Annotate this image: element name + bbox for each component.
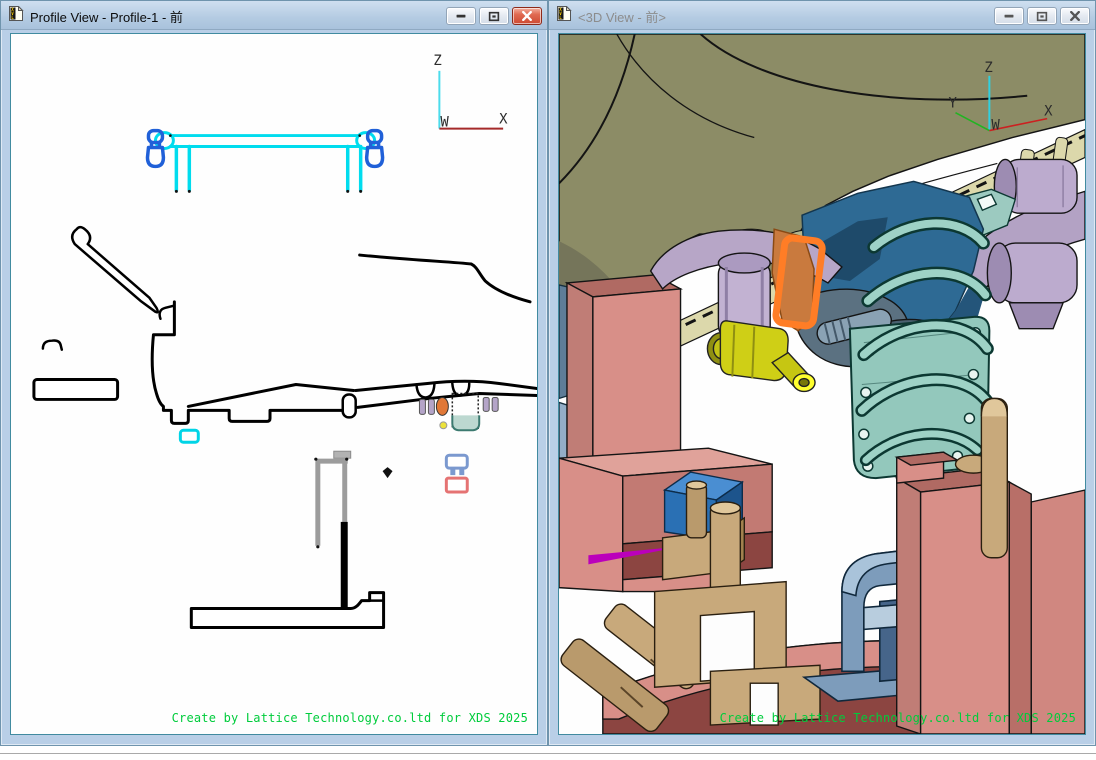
cyan-clip-marker[interactable] — [180, 430, 198, 442]
minimize-button[interactable] — [446, 7, 476, 25]
stabilizer-joint-dots — [169, 134, 362, 193]
fixture-strip-right-salmon[interactable] — [1031, 490, 1085, 734]
window-title: Profile View - Profile-1 - 前 — [30, 7, 446, 26]
hook-section — [43, 341, 62, 350]
window-title: <3D View - 前> — [578, 7, 994, 26]
pill-section — [343, 394, 356, 417]
restore-icon — [1036, 11, 1048, 22]
axis-label-origin: W — [440, 115, 449, 131]
bracket-markers[interactable] — [446, 455, 467, 492]
xvl-document-icon[interactable]: XVL — [8, 6, 24, 26]
axis-label-origin: W — [991, 118, 1000, 134]
rail-upper-line — [356, 381, 537, 390]
xvl-document-icon[interactable]: XVL — [556, 6, 572, 26]
axis-triad-2d: Z W X — [433, 53, 508, 131]
three-d-view-titlebar[interactable]: XVL <3D View - 前> — [549, 1, 1095, 30]
axis-label-z: Z — [984, 60, 992, 76]
three-d-view-window[interactable]: XVL <3D View - 前> — [548, 0, 1096, 746]
base-plate-section — [191, 593, 383, 628]
restore-icon — [488, 11, 500, 22]
axis-label-x: X — [499, 112, 508, 128]
hood-line — [360, 255, 530, 302]
axis-label-z: Z — [433, 53, 441, 69]
three-d-scene[interactable]: Z Y X W — [559, 34, 1085, 734]
restore-button[interactable] — [479, 7, 509, 25]
blade-section — [72, 227, 158, 312]
three-d-view-canvas[interactable]: Z Y X W Create by Lattice Technology.co.… — [558, 33, 1086, 735]
watermark-text: Create by Lattice Technology.co.ltd for … — [720, 711, 1076, 725]
mdi-area-edge — [0, 753, 1096, 754]
box-section — [34, 380, 118, 400]
profile-drawing[interactable]: Z W X — [11, 34, 537, 734]
close-button[interactable] — [512, 7, 542, 25]
jig-post-black[interactable] — [341, 522, 348, 608]
close-button[interactable] — [1060, 7, 1090, 25]
small-diamond-mark — [383, 467, 393, 478]
profile-view-window[interactable]: XVL Profile View - Profile-1 - 前 Z W — [0, 0, 548, 746]
close-icon — [521, 11, 533, 21]
minimize-button[interactable] — [994, 7, 1024, 25]
profile-view-titlebar[interactable]: XVL Profile View - Profile-1 - 前 — [1, 1, 547, 30]
fixture-pillar-right-salmon[interactable] — [897, 452, 1031, 734]
close-icon — [1069, 11, 1081, 21]
profile-view-canvas[interactable]: Z W X — [10, 33, 538, 735]
minimize-icon — [1003, 11, 1015, 21]
restore-button[interactable] — [1027, 7, 1057, 25]
stabilizer-bar-profile[interactable] — [155, 133, 374, 191]
minimize-icon — [455, 11, 467, 21]
axis-label-x: X — [1044, 104, 1053, 120]
axis-label-y: Y — [949, 96, 958, 112]
apron-section — [152, 302, 342, 423]
bushing-markers[interactable] — [419, 393, 498, 430]
watermark-text: Create by Lattice Technology.co.ltd for … — [172, 711, 528, 725]
